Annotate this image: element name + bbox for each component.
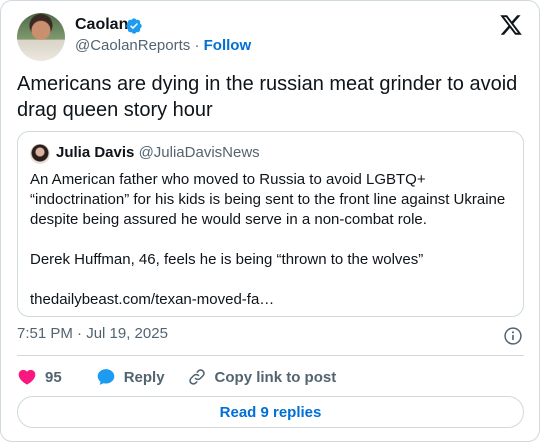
follow-button[interactable]: Follow: [204, 37, 252, 54]
copy-link-button[interactable]: Copy link to post: [187, 367, 337, 387]
quoted-author-name: Julia Davis: [56, 144, 135, 161]
action-bar: 95 Reply Copy link to post: [17, 367, 336, 387]
like-count: 95: [45, 368, 62, 386]
author-avatar[interactable]: [17, 13, 65, 61]
quoted-post-body: An American father who moved to Russia t…: [30, 170, 515, 310]
heart-icon: [18, 369, 36, 385]
author-name[interactable]: Caolan: [75, 16, 128, 34]
x-logo-icon[interactable]: [499, 13, 523, 37]
quoted-post-header: Julia Davis @JuliaDavisNews: [56, 144, 260, 161]
quoted-link[interactable]: thedailybeast.com/texan-moved-fa…: [30, 290, 515, 310]
like-button[interactable]: 95: [17, 367, 62, 387]
author-handle[interactable]: @CaolanReports: [75, 37, 190, 54]
author-handle-row: @CaolanReports · Follow: [75, 37, 251, 54]
link-icon: [188, 369, 205, 385]
reply-label: Reply: [123, 368, 165, 386]
read-replies-button[interactable]: Read 9 replies: [17, 396, 524, 428]
handle-separator: ·: [194, 37, 200, 54]
info-icon[interactable]: [503, 326, 523, 346]
post-timestamp[interactable]: 7:51 PM · Jul 19, 2025: [17, 325, 168, 342]
quoted-author-handle: @JuliaDavisNews: [138, 144, 260, 161]
divider: [17, 355, 524, 356]
post-text: Americans are dying in the russian meat …: [17, 73, 518, 121]
quoted-paragraph-1: An American father who moved to Russia t…: [30, 171, 506, 228]
quoted-author-avatar: [30, 144, 50, 164]
quoted-post[interactable]: Julia Davis @JuliaDavisNews An American …: [17, 131, 524, 317]
reply-button[interactable]: Reply: [96, 367, 165, 387]
verified-badge-icon: [126, 18, 142, 34]
copy-link-label: Copy link to post: [214, 368, 337, 386]
embedded-post-card: Caolan @CaolanReports · Follow Americans…: [0, 0, 540, 442]
reply-bubble-icon: [97, 369, 115, 385]
quoted-paragraph-2: Derek Huffman, 46, feels he is being “th…: [30, 251, 424, 268]
